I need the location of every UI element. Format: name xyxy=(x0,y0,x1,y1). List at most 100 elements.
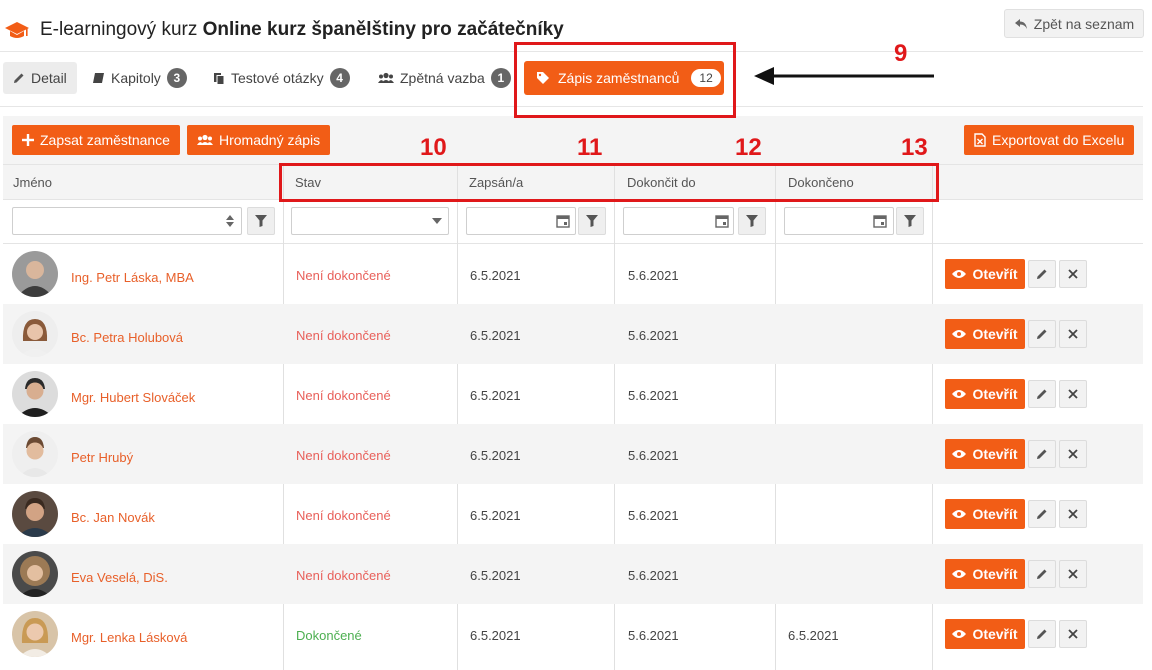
table-row: Eva Veselá, DiS. Není dokončené 6.5.2021… xyxy=(3,544,1143,604)
status-value: Není dokončené xyxy=(296,448,391,463)
close-icon xyxy=(1068,449,1078,459)
calendar-icon[interactable] xyxy=(869,207,891,235)
edit-button[interactable] xyxy=(1028,260,1056,288)
table-row: Bc. Jan Novák Není dokončené 6.5.2021 5.… xyxy=(3,484,1143,544)
delete-button[interactable] xyxy=(1059,620,1087,648)
table-row: Petr Hrubý Není dokončené 6.5.2021 5.6.2… xyxy=(3,424,1143,484)
name-filter-button[interactable] xyxy=(247,207,275,235)
bulk-enroll-button[interactable]: Hromadný zápis xyxy=(187,125,331,155)
eye-icon xyxy=(952,450,967,458)
open-button-label: Otevřít xyxy=(972,566,1018,582)
pencil-icon xyxy=(1037,329,1047,339)
open-button-label: Otevřít xyxy=(972,626,1018,642)
spinner-arrows-icon[interactable] xyxy=(219,207,241,235)
close-icon xyxy=(1068,569,1078,579)
calendar-icon[interactable] xyxy=(711,207,733,235)
export-excel-label: Exportovat do Excelu xyxy=(992,132,1125,148)
avatar xyxy=(12,611,58,657)
name-filter-input[interactable] xyxy=(12,207,242,235)
open-button-label: Otevřít xyxy=(972,326,1018,342)
book-icon xyxy=(93,73,104,83)
tab-chapters[interactable]: Kapitoly 3 xyxy=(82,62,197,94)
employee-name-link[interactable]: Bc. Petra Holubová xyxy=(71,330,183,345)
tab-chapters-label: Kapitoly xyxy=(111,70,161,86)
eye-icon xyxy=(952,510,967,518)
due-filter-button[interactable] xyxy=(738,207,766,235)
open-button[interactable]: Otevřít xyxy=(945,559,1025,589)
filter-icon xyxy=(255,215,267,227)
open-button[interactable]: Otevřít xyxy=(945,379,1025,409)
delete-button[interactable] xyxy=(1059,260,1087,288)
enroll-employee-button[interactable]: Zapsat zaměstnance xyxy=(12,125,180,155)
open-button-label: Otevřít xyxy=(972,506,1018,522)
delete-button[interactable] xyxy=(1059,380,1087,408)
edit-button[interactable] xyxy=(1028,620,1056,648)
due-date: 5.6.2021 xyxy=(628,448,679,463)
file-excel-icon xyxy=(974,133,986,147)
tab-detail-label: Detail xyxy=(31,70,67,86)
plus-icon xyxy=(22,134,34,146)
avatar xyxy=(12,371,58,417)
completed-filter-button[interactable] xyxy=(896,207,924,235)
enrolled-date: 6.5.2021 xyxy=(470,388,521,403)
enrolled-date: 6.5.2021 xyxy=(470,628,521,643)
due-date: 5.6.2021 xyxy=(628,628,679,643)
open-button-label: Otevřít xyxy=(972,446,1018,462)
completed-date: 6.5.2021 xyxy=(788,628,839,643)
employee-name-link[interactable]: Ing. Petr Láska, MBA xyxy=(71,270,194,285)
tab-feedback-badge: 1 xyxy=(490,68,511,88)
open-button[interactable]: Otevřít xyxy=(945,319,1025,349)
enrolled-date: 6.5.2021 xyxy=(470,448,521,463)
employee-name-link[interactable]: Petr Hrubý xyxy=(71,450,133,465)
delete-button[interactable] xyxy=(1059,440,1087,468)
delete-button[interactable] xyxy=(1059,560,1087,588)
avatar xyxy=(12,251,58,297)
tab-feedback[interactable]: Zpětná vazba 1 xyxy=(368,62,521,94)
open-button[interactable]: Otevřít xyxy=(945,619,1025,649)
grid-toolbar: Zapsat zaměstnance Hromadný zápis Export… xyxy=(3,116,1143,164)
enroll-employee-label: Zapsat zaměstnance xyxy=(40,132,170,148)
page-title: E-learningový kurz Online kurz španělšti… xyxy=(40,19,564,40)
calendar-icon[interactable] xyxy=(552,207,574,235)
annotation-highlight-box xyxy=(514,42,736,118)
open-button[interactable]: Otevřít xyxy=(945,439,1025,469)
open-button[interactable]: Otevřít xyxy=(945,259,1025,289)
pencil-icon xyxy=(1037,269,1047,279)
employee-name-link[interactable]: Eva Veselá, DiS. xyxy=(71,570,168,585)
enrolled-date: 6.5.2021 xyxy=(470,568,521,583)
edit-button[interactable] xyxy=(1028,560,1056,588)
status-value: Není dokončené xyxy=(296,328,391,343)
employee-name-link[interactable]: Mgr. Hubert Slováček xyxy=(71,390,195,405)
edit-button[interactable] xyxy=(1028,380,1056,408)
back-to-list-button[interactable]: Zpět na seznam xyxy=(1004,9,1144,38)
annotation-number: 11 xyxy=(577,134,603,161)
due-date: 5.6.2021 xyxy=(628,268,679,283)
annotation-number: 10 xyxy=(420,134,447,161)
edit-button[interactable] xyxy=(1028,440,1056,468)
edit-button[interactable] xyxy=(1028,320,1056,348)
open-button[interactable]: Otevřít xyxy=(945,499,1025,529)
tab-detail[interactable]: Detail xyxy=(3,62,77,94)
enrolled-date: 6.5.2021 xyxy=(470,328,521,343)
pencil-icon xyxy=(1037,569,1047,579)
edit-button[interactable] xyxy=(1028,500,1056,528)
column-header-name[interactable]: Jméno xyxy=(3,165,52,201)
employee-name-link[interactable]: Bc. Jan Novák xyxy=(71,510,155,525)
graduation-cap-icon xyxy=(5,22,29,38)
delete-button[interactable] xyxy=(1059,500,1087,528)
export-excel-button[interactable]: Exportovat do Excelu xyxy=(964,125,1135,155)
caret-down-icon[interactable] xyxy=(426,207,448,235)
pencil-icon xyxy=(1037,389,1047,399)
delete-button[interactable] xyxy=(1059,320,1087,348)
tab-test-questions-badge: 4 xyxy=(329,68,350,88)
status-value: Není dokončené xyxy=(296,508,391,523)
table-row: Mgr. Hubert Slováček Není dokončené 6.5.… xyxy=(3,364,1143,424)
filter-icon xyxy=(904,215,916,227)
back-to-list-label: Zpět na seznam xyxy=(1033,15,1135,32)
enrolled-filter-button[interactable] xyxy=(578,207,606,235)
employee-name-link[interactable]: Mgr. Lenka Lásková xyxy=(71,630,187,645)
users-icon xyxy=(378,72,394,83)
tab-feedback-label: Zpětná vazba xyxy=(400,70,485,86)
tab-test-questions[interactable]: Testové otázky 4 xyxy=(203,62,360,94)
enrolled-date: 6.5.2021 xyxy=(470,268,521,283)
